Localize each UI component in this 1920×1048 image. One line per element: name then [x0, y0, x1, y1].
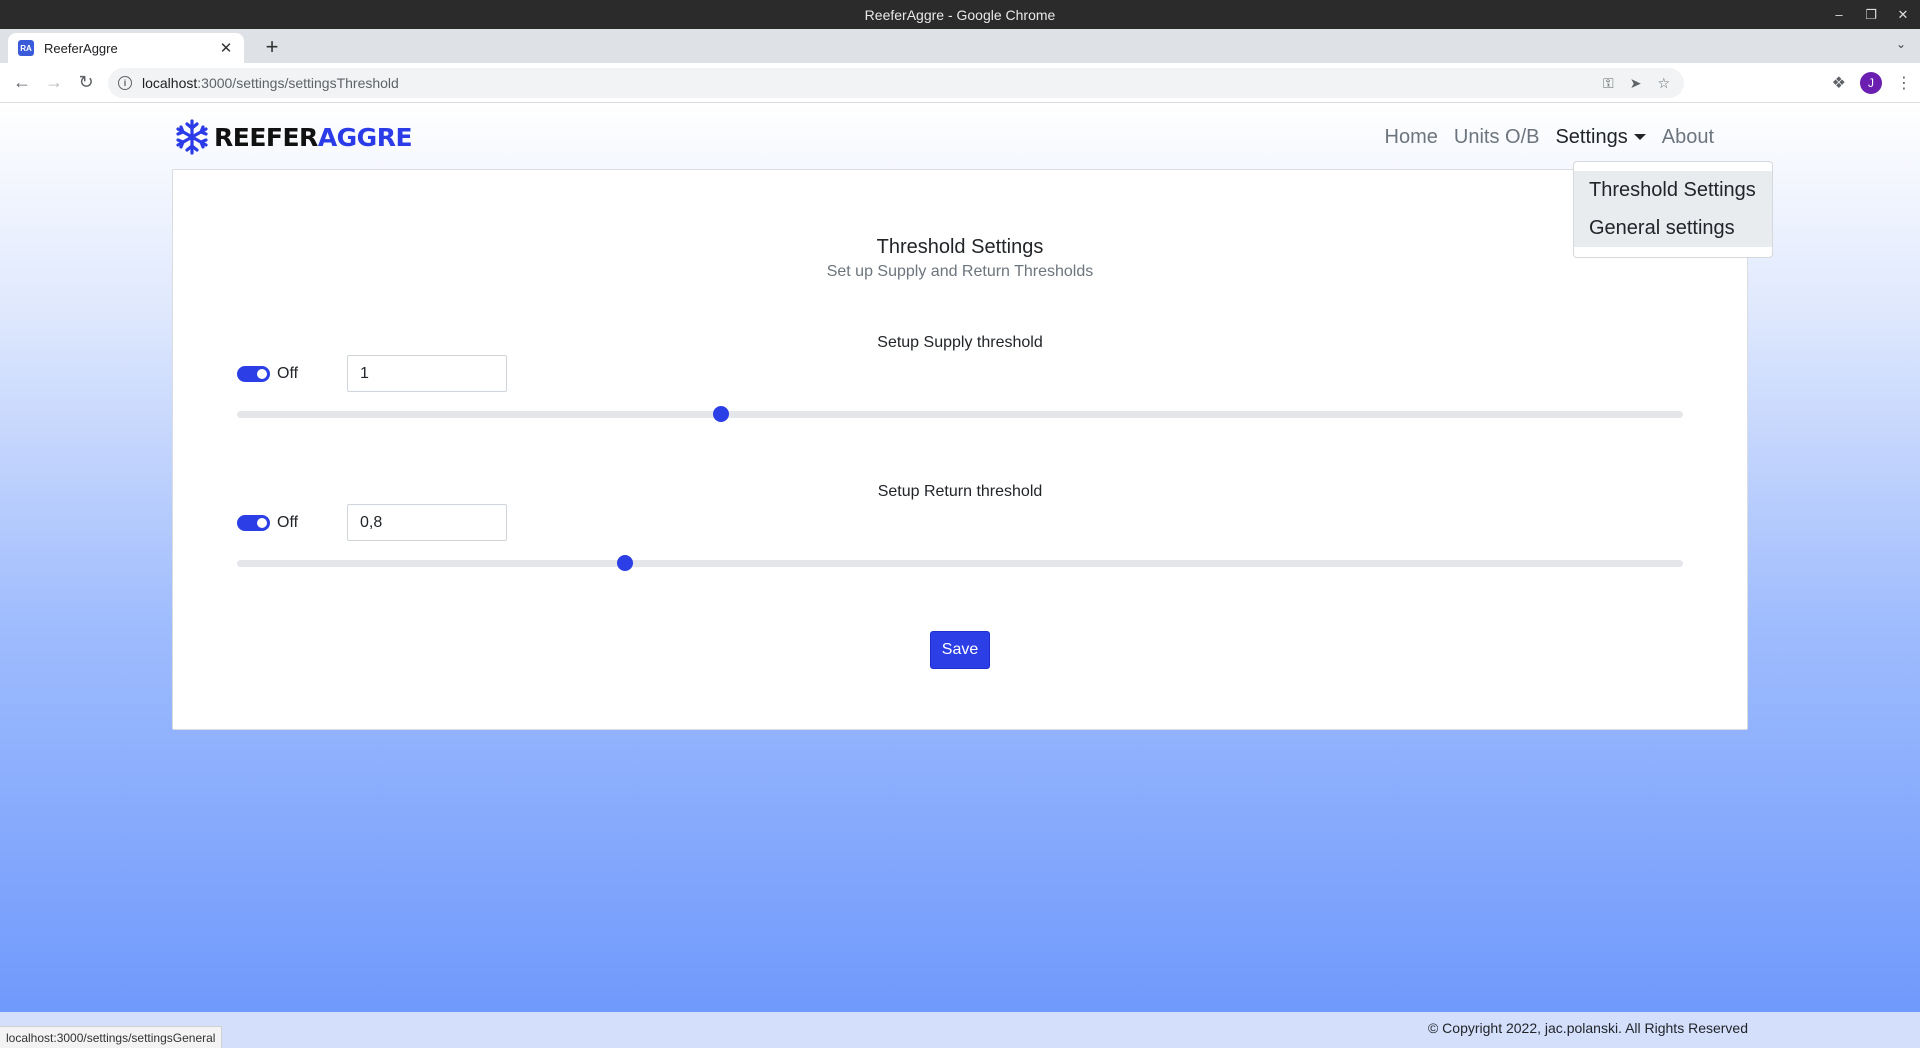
nav-links: Home Units O/B Settings About	[1385, 115, 1714, 159]
send-icon[interactable]: ➤	[1630, 75, 1642, 92]
close-window-icon[interactable]: ✕	[1894, 7, 1912, 23]
back-icon[interactable]: ←	[6, 67, 38, 99]
address-bar[interactable]: i localhost:3000/settings/settingsThresh…	[108, 68, 1684, 98]
favicon-icon: RA	[18, 40, 34, 56]
save-button[interactable]: Save	[930, 631, 990, 669]
window-controls: – ❐ ✕	[1830, 0, 1912, 29]
return-toggle-label: Off	[277, 514, 299, 531]
chrome-menu-icon[interactable]: ⋮	[1896, 73, 1912, 93]
return-slider-thumb[interactable]	[616, 555, 633, 571]
nav-about-link[interactable]: About	[1662, 126, 1714, 149]
restore-icon[interactable]: ❐	[1862, 7, 1880, 23]
supply-slider-thumb[interactable]	[713, 406, 730, 422]
window-title-bar: ReeferAggre - Google Chrome – ❐ ✕	[0, 0, 1920, 29]
minimize-icon[interactable]: –	[1830, 7, 1848, 22]
window-title: ReeferAggre - Google Chrome	[864, 6, 1056, 23]
caret-down-icon	[1633, 134, 1646, 141]
nav-home-link[interactable]: Home	[1385, 126, 1438, 149]
supply-threshold-slider[interactable]	[237, 406, 1683, 422]
nav-settings-label: Settings	[1555, 125, 1628, 148]
url-host: localhost	[142, 75, 198, 91]
extension-icons: ❖ J ⋮	[1832, 63, 1912, 103]
card-title: Threshold Settings	[876, 236, 1044, 258]
footer: © Copyright 2022, jac.polanski. All Righ…	[0, 1012, 1920, 1048]
supply-toggle-switch[interactable]	[237, 366, 270, 382]
snowflake-icon	[172, 117, 212, 157]
reload-icon[interactable]: ↻	[70, 67, 102, 99]
settings-dropdown-menu: Threshold Settings General settings	[1573, 161, 1773, 258]
tab-strip: RA ReeferAggre ✕ + ⌄	[0, 29, 1920, 63]
site-navbar: REEFERAGGRE Home Units O/B Settings Abou…	[172, 115, 1748, 159]
forward-icon[interactable]: →	[38, 67, 70, 99]
tab-close-icon[interactable]: ✕	[218, 39, 234, 57]
status-bar-url: localhost:3000/settings/settingsGeneral	[0, 1026, 223, 1048]
supply-threshold-label: Setup Supply threshold	[877, 334, 1043, 351]
browser-toolbar: ← → ↻ i localhost:3000/settings/settings…	[0, 63, 1920, 103]
nav-units-link[interactable]: Units O/B	[1454, 126, 1540, 149]
site-info-icon[interactable]: i	[118, 76, 132, 90]
extensions-puzzle-icon[interactable]: ❖	[1832, 73, 1846, 93]
bookmark-star-icon[interactable]: ☆	[1657, 75, 1670, 92]
return-toggle-switch[interactable]	[237, 515, 270, 531]
supply-threshold-input[interactable]	[347, 355, 507, 392]
card-subtitle: Set up Supply and Return Thresholds	[826, 263, 1094, 280]
url-path: :3000/settings/settingsThreshold	[197, 75, 399, 91]
browser-tab[interactable]: RA ReeferAggre ✕	[8, 33, 244, 63]
key-icon[interactable]: ⚿	[1603, 75, 1614, 92]
supply-toggle-label: Off	[277, 365, 299, 382]
tab-title: ReeferAggre	[44, 40, 118, 56]
dropdown-item-threshold-settings[interactable]: Threshold Settings	[1574, 171, 1772, 209]
profile-avatar[interactable]: J	[1860, 72, 1882, 94]
tab-search-icon[interactable]: ⌄	[1896, 37, 1906, 51]
return-threshold-slider[interactable]	[237, 555, 1683, 571]
return-threshold-input[interactable]	[347, 504, 507, 541]
copyright-text: © Copyright 2022, jac.polanski. All Righ…	[1427, 1020, 1748, 1036]
brand-text-part2: AGGRE	[317, 122, 413, 152]
page-body: REEFERAGGRE Home Units O/B Settings Abou…	[0, 103, 1920, 1048]
threshold-settings-card: Threshold Settings Set up Supply and Ret…	[172, 169, 1748, 730]
brand-logo[interactable]: REEFERAGGRE	[172, 115, 413, 159]
omnibox-icons: ⚿ ➤ ☆	[1603, 68, 1670, 98]
new-tab-icon[interactable]: +	[260, 35, 284, 59]
nav-settings-dropdown[interactable]: Settings	[1555, 125, 1646, 149]
dropdown-item-general-settings[interactable]: General settings	[1574, 209, 1772, 247]
brand-text-part1: REEFER	[214, 122, 318, 152]
return-threshold-label: Setup Return threshold	[877, 483, 1043, 500]
brand-text: REEFERAGGRE	[214, 122, 413, 152]
